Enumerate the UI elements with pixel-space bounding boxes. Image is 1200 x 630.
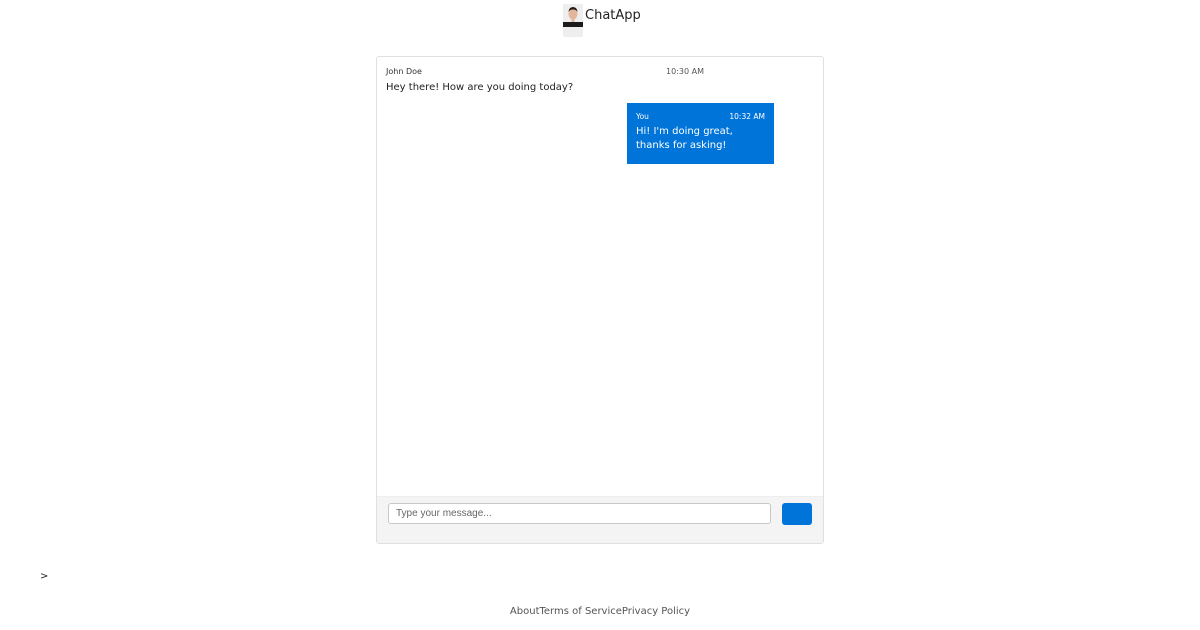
stray-text: >: [40, 571, 49, 582]
app-header: ChatApp: [563, 4, 641, 37]
footer-link-terms[interactable]: Terms of Service: [540, 606, 622, 617]
footer-link-privacy[interactable]: Privacy Policy: [622, 606, 690, 617]
message-text: Hey there! How are you doing today?: [386, 82, 574, 93]
footer-link-about[interactable]: About: [510, 606, 540, 617]
chat-window: John Doe 10:30 AM Hey there! How are you…: [376, 56, 824, 544]
message-incoming: John Doe 10:30 AM Hey there! How are you…: [386, 67, 704, 95]
person-avatar-icon: [563, 4, 583, 37]
send-button[interactable]: [782, 503, 812, 525]
message-text: Hi! I'm doing great, thanks for asking!: [636, 126, 733, 151]
message-outgoing: You 10:32 AM Hi! I'm doing great, thanks…: [627, 103, 774, 164]
user-avatar[interactable]: [563, 4, 583, 37]
message-sender: John Doe: [386, 67, 422, 76]
message-sender: You: [636, 112, 649, 121]
message-time: 10:32 AM: [729, 112, 765, 121]
footer: AboutTerms of ServicePrivacy Policy: [0, 606, 1200, 617]
message-meta: John Doe 10:30 AM: [386, 67, 704, 76]
app-title: ChatApp: [585, 8, 641, 23]
message-input[interactable]: [388, 503, 771, 524]
message-time: 10:30 AM: [666, 67, 704, 76]
message-input-bar: [377, 496, 823, 543]
message-meta: You 10:32 AM: [636, 112, 765, 121]
